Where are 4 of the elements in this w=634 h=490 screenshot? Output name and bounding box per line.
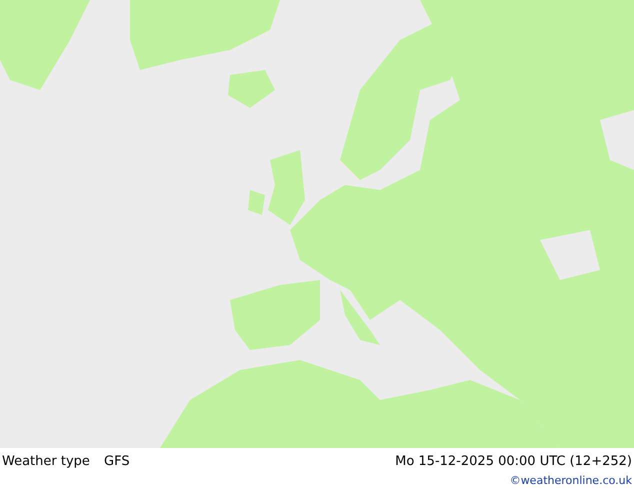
credit-link[interactable]: ©weatheronline.co.uk [510, 473, 632, 490]
forecast-datetime: Mo 15-12-2025 00:00 UTC (12+252) [395, 453, 632, 471]
model-name: GFS [104, 453, 130, 471]
map-title: Weather type [2, 453, 90, 471]
